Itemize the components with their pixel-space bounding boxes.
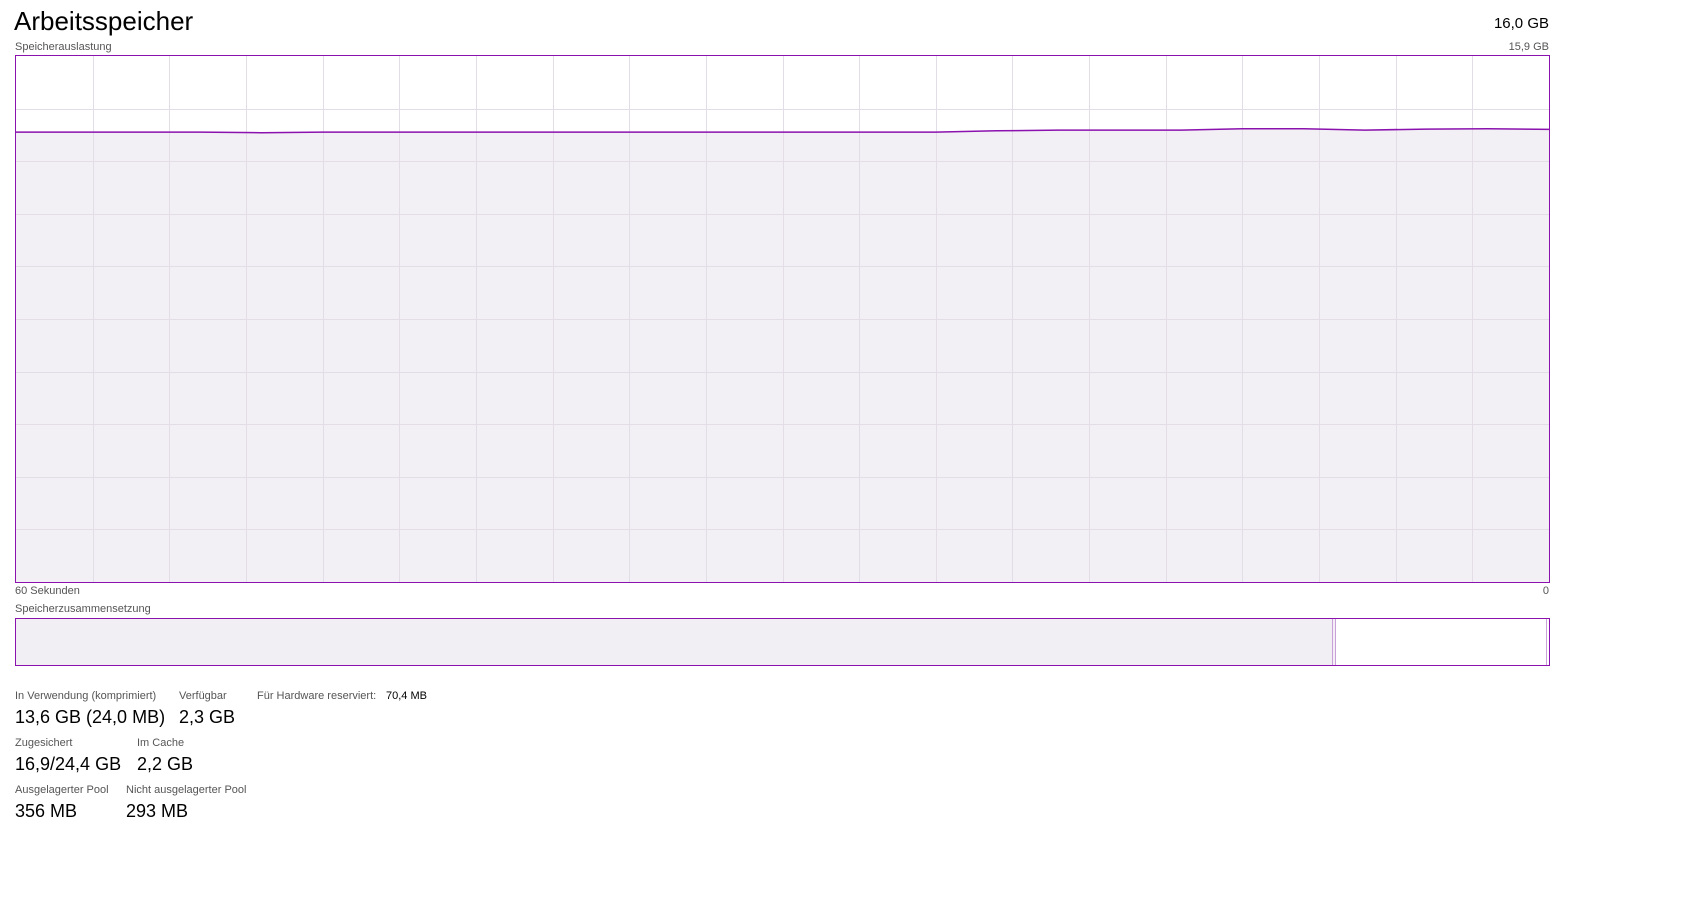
memory-usage-chart (16, 56, 1549, 582)
hardware-reserved-label: Für Hardware reserviert: (257, 690, 377, 702)
hardware-reserved-value: 70,4 MB (386, 690, 427, 702)
available-label: Verfügbar (179, 690, 227, 702)
memory-usage-graph (15, 55, 1550, 583)
time-axis-start-label: 60 Sekunden (15, 585, 80, 597)
memory-composition-bar (15, 618, 1550, 666)
available-value: 2,3 GB (179, 707, 236, 727)
in-use-label: In Verwendung (komprimiert) (15, 690, 157, 702)
nonpaged-pool-value: 293 MB (126, 801, 189, 821)
page-title: Arbeitsspeicher (14, 6, 194, 36)
committed-label: Zugesichert (15, 737, 73, 749)
composition-label: Speicherzusammensetzung (15, 603, 151, 615)
total-memory-value: 16,0 GB (1493, 15, 1549, 32)
cached-label: Im Cache (137, 737, 185, 749)
nonpaged-pool-label: Nicht ausgelagerter Pool (126, 784, 247, 796)
composition-standby-segment (1336, 619, 1547, 665)
composition-in-use-segment (16, 619, 1333, 665)
cached-value: 2,2 GB (137, 754, 194, 774)
paged-pool-value: 356 MB (15, 801, 78, 821)
memory-performance-panel: Arbeitsspeicher 16,0 GB Speicherauslastu… (0, 0, 1694, 924)
paged-pool-label: Ausgelagerter Pool (15, 784, 109, 796)
in-use-value: 13,6 GB (24,0 MB) (15, 707, 166, 727)
committed-value: 16,9/24,4 GB (15, 754, 122, 774)
time-axis-end-label: 0 (1542, 585, 1549, 597)
usage-graph-label: Speicherauslastung (15, 41, 112, 53)
usage-graph-max-label: 15,9 GB (1508, 41, 1549, 53)
